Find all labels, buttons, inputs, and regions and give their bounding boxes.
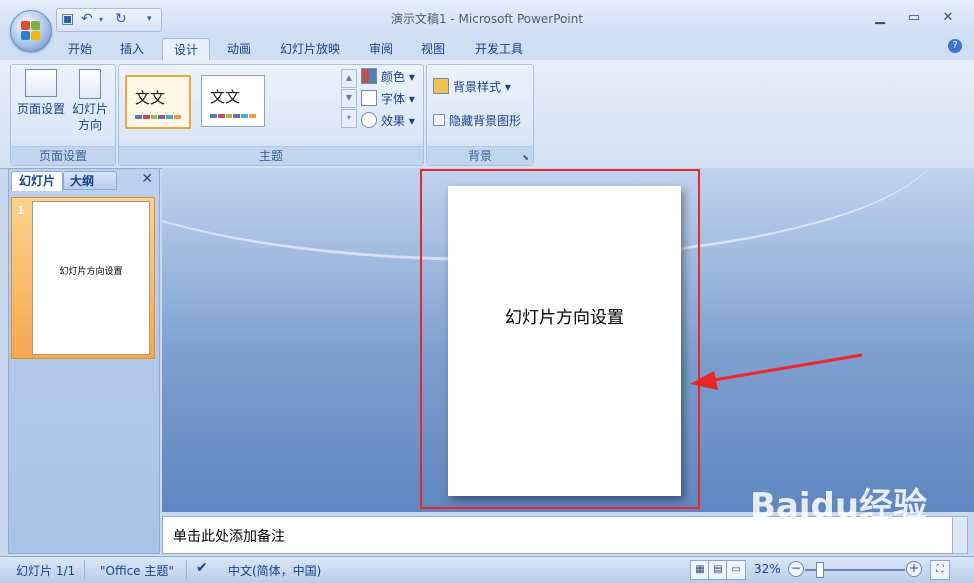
ribbon: 页面设置 幻灯片 方向 页面设置 文文 文文 ▲ ▼ ▾ 颜色 ▾ 字体 ▾ 效… — [0, 60, 974, 169]
slide-sorter-icon[interactable]: ▤ — [708, 560, 728, 580]
slideshow-view-icon[interactable]: ▭ — [726, 560, 746, 580]
theme-color-bars — [210, 114, 256, 118]
close-pane-icon[interactable]: ✕ — [141, 171, 153, 187]
minimize-button[interactable]: ▁ — [870, 9, 890, 27]
theme-scroll-down-icon[interactable]: ▼ — [341, 89, 357, 108]
vertical-scrollbar[interactable] — [952, 516, 968, 554]
ribbon-tabs: 开始 插入 设计 动画 幻灯片放映 审阅 视图 开发工具 ? — [0, 36, 974, 61]
background-styles-icon — [433, 78, 449, 94]
theme-thumb-text: 文文 — [210, 88, 241, 106]
zoom-out-icon[interactable]: − — [788, 561, 804, 577]
group-label: 页面设置 — [11, 146, 115, 165]
slides-pane: 幻灯片 大纲 ✕ 1 幻灯片方向设置 — [8, 168, 160, 554]
office-logo-icon — [21, 21, 41, 41]
group-page-setup: 页面设置 幻灯片 方向 页面设置 — [10, 64, 116, 166]
thumbnail-text: 幻灯片方向设置 — [59, 267, 123, 277]
theme-alt[interactable]: 文文 — [201, 75, 265, 127]
zoom-in-icon[interactable]: + — [906, 561, 922, 577]
theme-fonts-button[interactable]: 字体 ▾ — [361, 89, 415, 109]
page-setup-label: 页面设置 — [16, 102, 65, 116]
tab-review[interactable]: 审阅 — [358, 38, 404, 60]
theme-scroll-up-icon[interactable]: ▲ — [341, 69, 357, 88]
fonts-label: 字体 — [381, 92, 406, 106]
status-theme: "Office 主题" — [100, 564, 174, 578]
close-button[interactable]: ✕ — [938, 9, 958, 27]
background-styles-label: 背景样式 — [453, 80, 502, 94]
status-bar: 幻灯片 1/1 "Office 主题" ✔ 中文(简体，中国) ▦ ▤ ▭ 32… — [0, 556, 974, 583]
tab-view[interactable]: 视图 — [410, 38, 456, 60]
office-button[interactable] — [10, 10, 52, 52]
checkbox-icon — [433, 114, 445, 126]
dialog-launcher-icon[interactable]: ⬊ — [522, 153, 529, 162]
page-setup-icon — [25, 69, 57, 97]
colors-label: 颜色 — [381, 70, 406, 84]
tab-outline[interactable]: 大纲 — [63, 171, 117, 190]
zoom-level[interactable]: 32% — [754, 562, 781, 576]
thumbnail-number: 1 — [17, 204, 25, 217]
help-icon[interactable]: ? — [948, 39, 962, 53]
slide-editing-area: 幻灯片方向设置 — [162, 168, 974, 512]
status-separator — [84, 560, 85, 580]
slide-orientation-button[interactable]: 幻灯片 方向 — [69, 69, 111, 133]
annotation-arrow-icon — [690, 353, 863, 390]
fit-to-window-icon[interactable]: ⛶ — [930, 560, 950, 580]
slide-orientation-label: 幻灯片 方向 — [71, 102, 108, 132]
status-slide-count: 幻灯片 1/1 — [16, 564, 76, 578]
group-label: 背景 — [427, 146, 533, 165]
watermark-url: jingyan.baidu.com — [760, 536, 862, 549]
slide-orientation-icon — [79, 69, 101, 99]
theme-office[interactable]: 文文 — [125, 75, 191, 129]
tab-slideshow[interactable]: 幻灯片放映 — [272, 38, 348, 60]
theme-thumb-text: 文文 — [135, 89, 166, 107]
background-styles-button[interactable]: 背景样式 ▾ — [433, 77, 511, 97]
window-title: 演示文稿1 - Microsoft PowerPoint — [390, 12, 584, 26]
status-separator — [186, 560, 187, 580]
spell-check-icon[interactable]: ✔ — [196, 560, 208, 576]
slide-thumbnail[interactable]: 幻灯片方向设置 — [32, 201, 150, 355]
notes-placeholder: 单击此处添加备注 — [173, 529, 285, 545]
status-language[interactable]: 中文(简体，中国) — [228, 562, 321, 579]
effects-icon — [361, 112, 377, 128]
page-setup-button[interactable]: 页面设置 — [15, 69, 67, 117]
hide-background-checkbox[interactable]: 隐藏背景图形 — [433, 111, 521, 131]
tab-developer[interactable]: 开发工具 — [468, 38, 530, 60]
theme-color-bars — [135, 115, 181, 119]
colors-icon — [361, 68, 377, 84]
theme-colors-button[interactable]: 颜色 ▾ — [361, 67, 415, 87]
watermark-logo: Baidu经验 — [750, 486, 928, 526]
zoom-slider-thumb[interactable] — [816, 562, 824, 578]
theme-effects-button[interactable]: 效果 ▾ — [361, 111, 415, 131]
tab-insert[interactable]: 插入 — [110, 38, 154, 60]
tab-home[interactable]: 开始 — [58, 38, 102, 60]
tab-design[interactable]: 设计 — [162, 38, 210, 61]
group-label: 主题 — [119, 146, 423, 165]
normal-view-icon[interactable]: ▦ — [690, 560, 710, 580]
fonts-icon — [361, 90, 377, 106]
group-background: 背景样式 ▾ 隐藏背景图形 背景 ⬊ — [426, 64, 534, 166]
hide-background-label: 隐藏背景图形 — [449, 114, 522, 128]
effects-label: 效果 — [381, 114, 406, 128]
group-themes: 文文 文文 ▲ ▼ ▾ 颜色 ▾ 字体 ▾ 效果 ▾ 主题 — [118, 64, 424, 166]
slide-thumbnail-selected[interactable]: 1 幻灯片方向设置 — [11, 197, 155, 359]
powerpoint-window: ▣ ↶ ▾ ↻ ▾ 演示文稿1 - Microsoft PowerPoint ▁… — [0, 0, 974, 583]
maximize-button[interactable]: ▭ — [904, 9, 924, 27]
tab-slides[interactable]: 幻灯片 — [11, 171, 63, 191]
theme-more-icon[interactable]: ▾ — [341, 109, 357, 128]
tab-animations[interactable]: 动画 — [216, 38, 262, 60]
title-bar: ▣ ↶ ▾ ↻ ▾ 演示文稿1 - Microsoft PowerPoint ▁… — [0, 0, 974, 36]
